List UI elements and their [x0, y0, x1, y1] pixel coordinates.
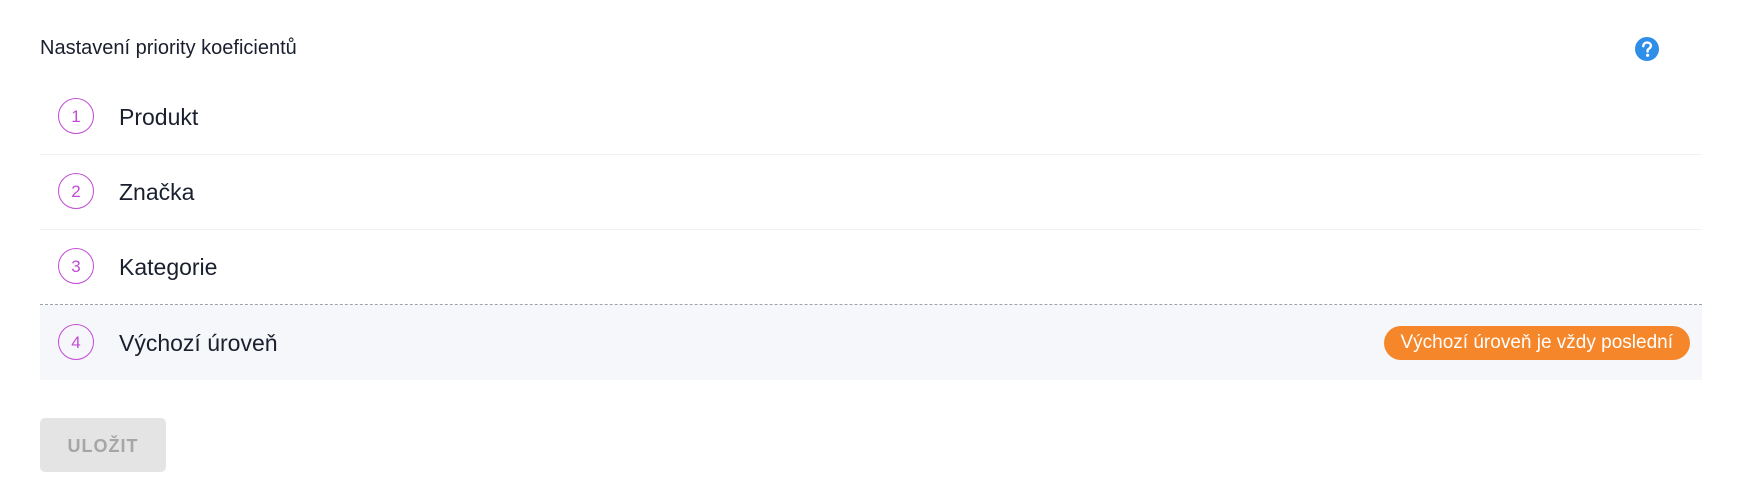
priority-row-produkt[interactable]: 1 Produkt: [40, 80, 1702, 155]
priority-number: 1: [58, 98, 94, 134]
priority-list: 1 Produkt 2 Značka 3 Kategorie 4 Výchozí…: [40, 80, 1702, 380]
save-button[interactable]: ULOŽIT: [40, 418, 166, 472]
header: Nastavení priority koeficientů: [40, 34, 1702, 64]
page-title: Nastavení priority koeficientů: [40, 37, 297, 59]
priority-number: 4: [58, 324, 94, 360]
priority-number: 2: [58, 173, 94, 209]
priority-row-kategorie[interactable]: 3 Kategorie: [40, 230, 1702, 305]
question-circle-icon[interactable]: [1634, 36, 1660, 62]
priority-label: Kategorie: [119, 254, 218, 280]
default-level-badge: Výchozí úroveň je vždy poslední: [1383, 326, 1690, 360]
priority-row-default: 4 Výchozí úroveň Výchozí úroveň je vždy …: [40, 305, 1702, 380]
priority-label: Produkt: [119, 104, 199, 130]
priority-row-znacka[interactable]: 2 Značka: [40, 155, 1702, 230]
priority-number: 3: [58, 248, 94, 284]
priority-label: Výchozí úroveň: [119, 330, 278, 356]
priority-label: Značka: [119, 179, 195, 205]
priority-settings-panel: Nastavení priority koeficientů 1 Produkt…: [40, 0, 1702, 494]
